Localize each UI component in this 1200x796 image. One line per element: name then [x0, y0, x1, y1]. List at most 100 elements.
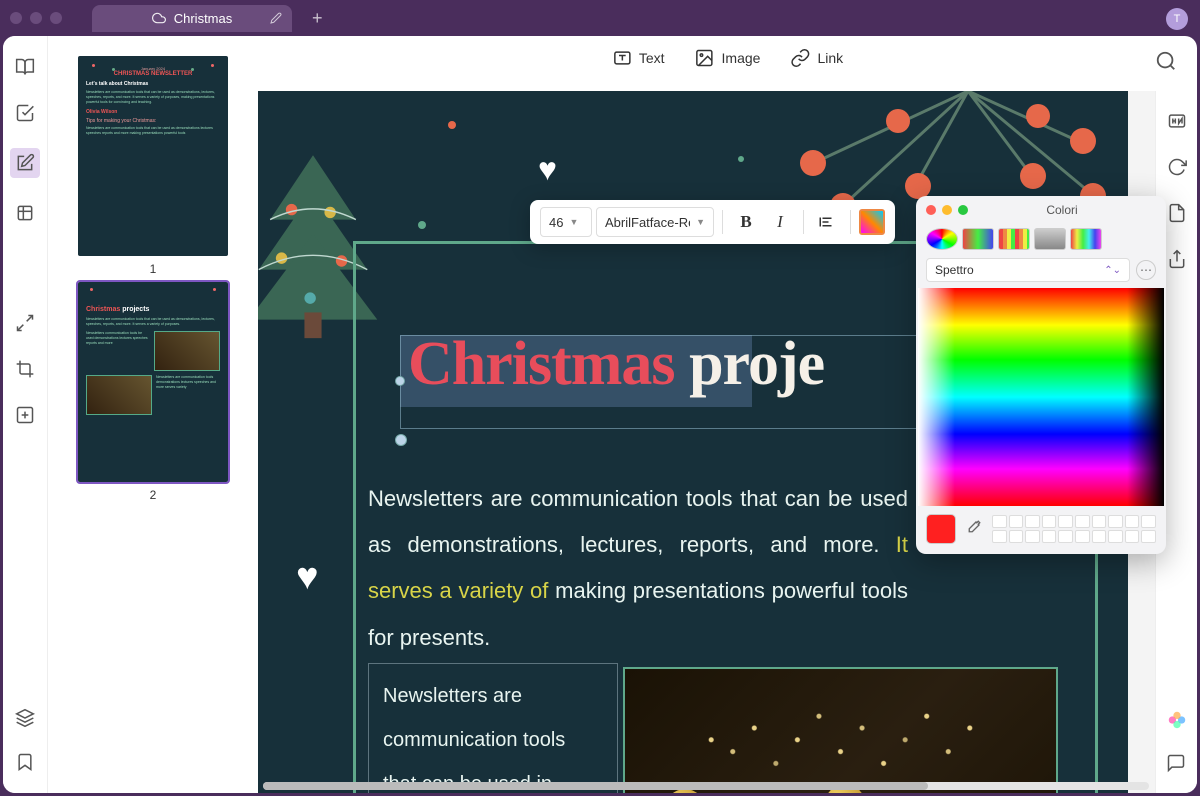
comment-tool[interactable]: [1166, 753, 1188, 773]
share-tool[interactable]: [1167, 249, 1187, 269]
color-swatch[interactable]: [1009, 515, 1024, 528]
title-text[interactable]: Christmas proje: [408, 329, 824, 400]
window-controls: [10, 12, 62, 24]
dropdown-arrow-icon: ▼: [696, 217, 705, 227]
edit-tool[interactable]: [10, 148, 40, 178]
eyedropper-button[interactable]: [964, 519, 984, 539]
color-swatch[interactable]: [1075, 515, 1090, 528]
color-wheel-tab[interactable]: [926, 228, 958, 250]
insert-text-button[interactable]: Text: [612, 48, 665, 68]
maximize-panel[interactable]: [958, 205, 968, 215]
font-size-select[interactable]: 46▼: [540, 207, 592, 237]
close-window[interactable]: [10, 12, 22, 24]
minimize-panel[interactable]: [942, 205, 952, 215]
dropdown-arrow-icon: ▼: [569, 217, 578, 227]
divider: [803, 210, 804, 234]
text-color-button[interactable]: [859, 209, 885, 235]
color-options-button[interactable]: ⋯: [1136, 260, 1156, 280]
color-swatch[interactable]: [1092, 515, 1107, 528]
read-tool[interactable]: [14, 56, 36, 78]
color-swatch[interactable]: [1092, 530, 1107, 543]
color-sliders-tab[interactable]: [962, 228, 994, 250]
color-picker-tabs: [916, 224, 1166, 258]
divider: [850, 210, 851, 234]
color-swatch[interactable]: [1025, 515, 1040, 528]
select-arrows-icon: ⌃⌄: [1104, 265, 1121, 276]
heart-decoration: ♥: [296, 556, 319, 599]
font-family-select[interactable]: AbrilFatface-Re▼: [596, 207, 714, 237]
color-swatch[interactable]: [992, 530, 1007, 543]
color-picker-panel: Colori Spettro ⌃⌄ ⋯: [916, 196, 1166, 554]
color-swatch[interactable]: [1058, 515, 1073, 528]
italic-button[interactable]: I: [765, 207, 795, 237]
color-swatch[interactable]: [1025, 530, 1040, 543]
color-image-tab[interactable]: [1034, 228, 1066, 250]
layers-tool[interactable]: [14, 707, 36, 729]
align-button[interactable]: [812, 207, 842, 237]
titlebar: Christmas + T: [0, 0, 1200, 36]
dot-decoration: [448, 121, 456, 129]
resize-handle-bottom[interactable]: [395, 434, 407, 446]
color-swatch[interactable]: [1042, 515, 1057, 528]
new-tab-button[interactable]: +: [312, 8, 323, 29]
thumbnail-2-number: 2: [150, 488, 157, 502]
highlight-tool[interactable]: [14, 102, 36, 124]
document-tab[interactable]: Christmas: [92, 5, 292, 32]
christmas-lights-image: [625, 669, 1056, 793]
extract-tool[interactable]: [1167, 203, 1187, 223]
convert-tool[interactable]: [14, 312, 36, 334]
color-swatch[interactable]: [1125, 530, 1140, 543]
edit-tab-icon[interactable]: [270, 12, 282, 24]
pages-tool[interactable]: [14, 202, 36, 224]
dot-decoration: [738, 156, 744, 162]
cloud-icon: [152, 11, 166, 25]
bold-button[interactable]: B: [731, 207, 761, 237]
color-swatch[interactable]: [1108, 530, 1123, 543]
color-swatches: [992, 515, 1156, 543]
color-swatch[interactable]: [1058, 530, 1073, 543]
color-swatch[interactable]: [1009, 530, 1024, 543]
bookmark-tool[interactable]: [14, 751, 36, 773]
insert-image-button[interactable]: Image: [695, 48, 761, 68]
insert-link-button[interactable]: Link: [790, 48, 843, 68]
current-color-swatch[interactable]: [926, 514, 956, 544]
column-text-box[interactable]: Newsletters are communication tools that…: [368, 663, 618, 793]
color-swatch[interactable]: [1141, 530, 1156, 543]
text-format-toolbar: 46▼ AbrilFatface-Re▼ B I: [530, 200, 895, 244]
heart-decoration: ♥: [538, 151, 557, 188]
scrollbar-thumb[interactable]: [263, 782, 928, 790]
compress-tool[interactable]: [14, 404, 36, 426]
color-swatch[interactable]: [1075, 530, 1090, 543]
ocr-tool[interactable]: [1167, 111, 1187, 131]
color-swatch[interactable]: [1141, 515, 1156, 528]
color-palette-tab[interactable]: [998, 228, 1030, 250]
minimize-window[interactable]: [30, 12, 42, 24]
image-placeholder[interactable]: [623, 667, 1058, 793]
insert-toolbar: Text Image Link: [612, 48, 843, 68]
crop-tool[interactable]: [14, 358, 36, 380]
color-swatch[interactable]: [992, 515, 1007, 528]
color-spectrum[interactable]: [918, 288, 1164, 506]
thumbnail-1[interactable]: January 2024 CHRISTMAS NEWSLETTER Let's …: [74, 56, 232, 276]
color-swatch[interactable]: [1042, 530, 1057, 543]
color-mode-select[interactable]: Spettro ⌃⌄: [926, 258, 1130, 282]
thumbnail-2[interactable]: Christmas projects Newsletters are commu…: [74, 282, 232, 502]
close-panel[interactable]: [926, 205, 936, 215]
color-picker-header: Colori: [916, 196, 1166, 224]
left-tool-rail: [3, 36, 48, 793]
thumbnail-panel: January 2024 CHRISTMAS NEWSLETTER Let's …: [48, 36, 258, 793]
user-avatar[interactable]: T: [1166, 8, 1188, 30]
divider: [722, 210, 723, 234]
color-pencils-tab[interactable]: [1070, 228, 1102, 250]
maximize-window[interactable]: [50, 12, 62, 24]
search-button[interactable]: [1155, 50, 1177, 72]
rotate-tool[interactable]: [1167, 157, 1187, 177]
color-swatch[interactable]: [1108, 515, 1123, 528]
color-picker-title: Colori: [1046, 203, 1077, 217]
color-swatch[interactable]: [1125, 515, 1140, 528]
ai-tool[interactable]: [1166, 709, 1188, 731]
body-text[interactable]: Newsletters are communication tools that…: [368, 476, 908, 661]
resize-handle-left[interactable]: [395, 376, 405, 386]
thumbnail-1-number: 1: [150, 262, 157, 276]
horizontal-scrollbar[interactable]: [263, 782, 1149, 790]
